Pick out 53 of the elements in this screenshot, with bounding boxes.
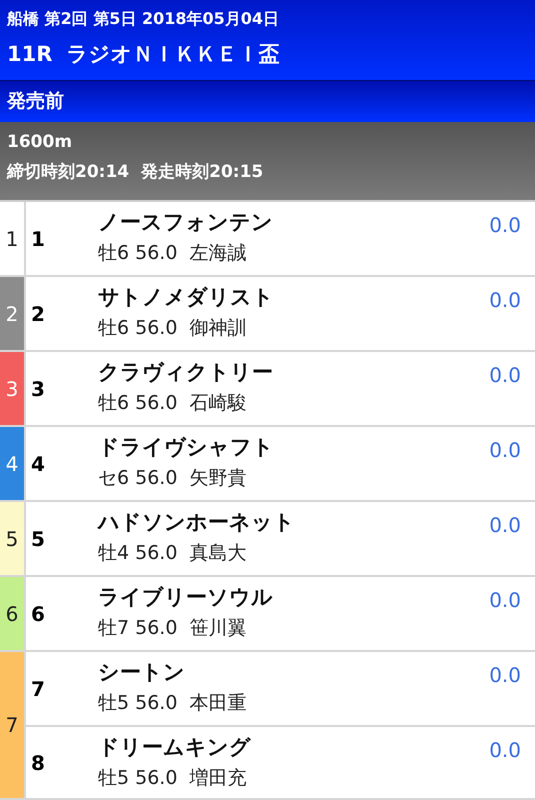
horse-details: 牡6 56.0 xyxy=(98,241,178,266)
horse-number: 6 xyxy=(30,600,46,628)
bracket-number: 6 xyxy=(0,577,26,650)
odds: 0.0 xyxy=(489,737,522,764)
meeting-info: 船橋 第2回 第5日 2018年05月04日 xyxy=(7,8,280,30)
horse-details: 牡6 56.0 xyxy=(98,391,178,416)
odds: 0.0 xyxy=(489,662,522,689)
horse-name: ノースフォンテン xyxy=(98,209,274,236)
horse-number: 4 xyxy=(30,450,46,478)
odds: 0.0 xyxy=(489,362,522,389)
odds: 0.0 xyxy=(489,212,522,239)
jockey-name: 石崎駿 xyxy=(189,391,246,416)
horse-details: 牡5 56.0 xyxy=(98,766,178,791)
jockey-name: 矢野貴 xyxy=(189,466,246,491)
horse-details: セ6 56.0 xyxy=(98,466,178,491)
horse-number: 5 xyxy=(30,526,46,552)
distance: 1600m xyxy=(7,131,74,154)
jockey-name: 増田充 xyxy=(189,766,246,791)
horse-name: ハドソンホーネット xyxy=(98,509,296,536)
sales-status: 発売前 xyxy=(7,89,64,114)
race-number: 11R xyxy=(7,41,52,68)
horse-number: 3 xyxy=(30,376,46,402)
horse-number: 7 xyxy=(30,676,46,702)
jockey-name: 笹川翼 xyxy=(189,616,246,641)
horse-details: 牡4 56.0 xyxy=(98,541,178,566)
horse-details: 牡5 56.0 xyxy=(98,691,178,716)
deadline-time: 締切時刻20:14 xyxy=(7,161,130,184)
horse-details: 牡7 56.0 xyxy=(98,616,178,641)
bracket-number: 3 xyxy=(0,352,26,425)
bracket-number: 2 xyxy=(0,277,26,350)
horse-name: ドライヴシャフト xyxy=(98,434,275,461)
horse-number: 2 xyxy=(30,300,46,328)
jockey-name: 真島大 xyxy=(189,541,246,566)
horse-name: ライブリーソウル xyxy=(98,584,274,611)
bracket-number: 7 xyxy=(0,652,26,798)
jockey-name: 本田重 xyxy=(189,691,246,716)
jockey-name: 御神訓 xyxy=(189,316,246,341)
horse-number: 1 xyxy=(30,226,46,252)
horse-name: クラヴィクトリー xyxy=(98,359,274,386)
odds: 0.0 xyxy=(489,587,522,614)
horse-name: シートン xyxy=(98,659,186,686)
race-name: ラジオＮＩＫＫＥＩ盃 xyxy=(66,41,280,68)
odds: 0.0 xyxy=(489,287,522,314)
bracket-number: 4 xyxy=(0,427,26,500)
horse-name: ドリームキング xyxy=(98,734,252,761)
odds: 0.0 xyxy=(489,512,522,539)
bracket-number: 5 xyxy=(0,502,26,575)
jockey-name: 左海誠 xyxy=(189,241,246,266)
horse-name: サトノメダリスト xyxy=(98,284,275,311)
horse-details: 牡6 56.0 xyxy=(98,316,178,341)
post-time: 発走時刻20:15 xyxy=(141,161,264,184)
odds: 0.0 xyxy=(489,437,522,464)
horse-number: 8 xyxy=(30,750,46,776)
